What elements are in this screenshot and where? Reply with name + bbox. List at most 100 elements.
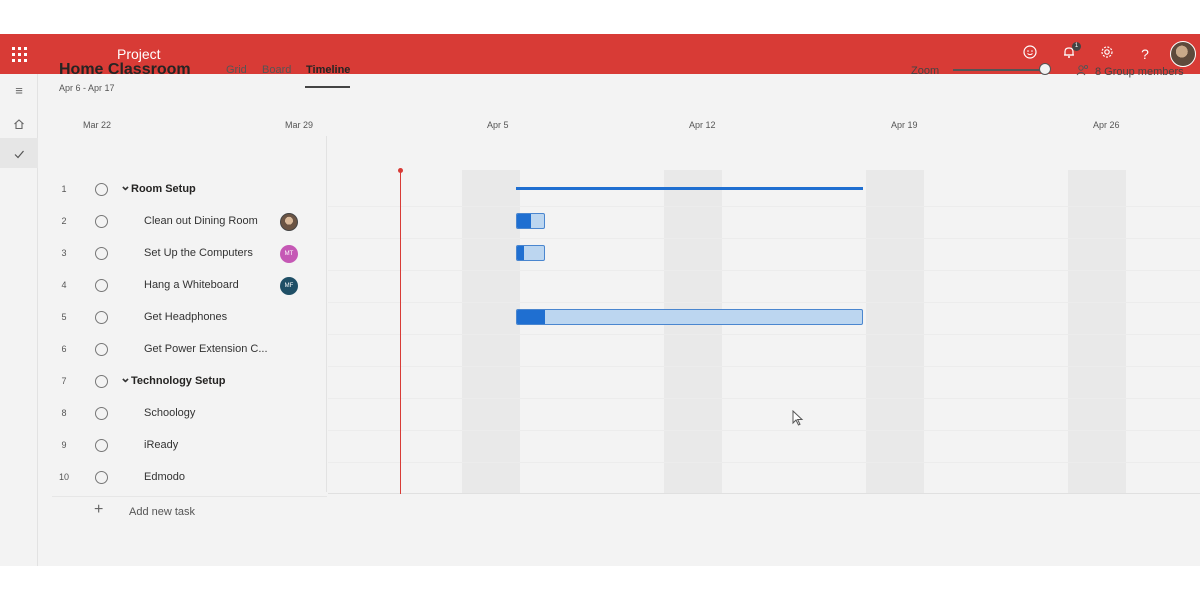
task-name[interactable]: iReady (144, 439, 178, 451)
complete-task-checkbox[interactable] (95, 247, 108, 260)
task-row[interactable]: 8 Schoology (52, 398, 327, 430)
task-name[interactable]: Get Headphones (144, 311, 227, 323)
zoom-slider-thumb[interactable] (1039, 63, 1051, 75)
grid-line (328, 398, 1200, 399)
row-number: 9 (61, 440, 67, 450)
task-row[interactable]: 2 Clean out Dining Room (52, 206, 327, 238)
row-number: 5 (61, 312, 67, 322)
complete-task-checkbox[interactable] (95, 439, 108, 452)
complete-task-checkbox[interactable] (95, 407, 108, 420)
user-avatar[interactable] (1170, 41, 1196, 67)
tab-grid[interactable]: Grid (226, 64, 247, 76)
task-row[interactable]: 5 Get Headphones (52, 302, 327, 334)
task-bar-get-headphones[interactable] (516, 309, 863, 325)
row-number: 8 (61, 408, 67, 418)
row-number: 6 (61, 344, 67, 354)
grid-line (328, 430, 1200, 431)
summary-bar-room-setup[interactable] (516, 187, 863, 190)
assignee-avatar[interactable]: MF (280, 277, 298, 295)
task-row[interactable]: 3 Set Up the Computers MT (52, 238, 327, 270)
hamburger-icon[interactable]: ≡ (0, 76, 38, 106)
tab-board[interactable]: Board (262, 64, 291, 76)
row-number: 3 (61, 248, 67, 258)
mouse-cursor-icon (792, 409, 804, 429)
today-marker-dot (398, 168, 403, 173)
task-name[interactable]: Clean out Dining Room (144, 215, 258, 227)
timeline-date: Apr 12 (689, 120, 716, 130)
plus-icon[interactable]: + (94, 501, 103, 519)
timeline-date: Apr 26 (1093, 120, 1120, 130)
weekend-shade (866, 170, 924, 494)
weekend-shade (462, 170, 520, 494)
grid-line (328, 206, 1200, 207)
task-bar-progress (517, 246, 524, 260)
task-bar-progress (517, 214, 531, 228)
task-group-row[interactable]: 7 ⌄ Technology Setup (52, 366, 327, 398)
help-icon[interactable]: ? (1135, 44, 1155, 64)
timeline-date: Mar 29 (285, 120, 314, 130)
group-name[interactable]: Room Setup (131, 183, 196, 195)
complete-task-checkbox[interactable] (95, 215, 108, 228)
zoom-label: Zoom (911, 65, 940, 77)
notification-badge: 1 (1072, 42, 1081, 51)
task-name[interactable]: Edmodo (144, 471, 185, 483)
task-row[interactable]: 10 Edmodo (52, 462, 327, 494)
timeline-date: Apr 19 (891, 120, 918, 130)
group-name[interactable]: Technology Setup (131, 375, 226, 387)
today-marker-line (400, 170, 401, 494)
task-name[interactable]: Set Up the Computers (144, 247, 253, 259)
complete-task-checkbox[interactable] (95, 375, 108, 388)
assignee-avatar[interactable]: MT (280, 245, 298, 263)
feedback-smiley-icon[interactable] (1020, 44, 1040, 64)
task-row[interactable]: 4 Hang a Whiteboard MF (52, 270, 327, 302)
task-row[interactable]: 9 iReady (52, 430, 327, 462)
task-bar-set-up-computers[interactable] (516, 245, 545, 261)
complete-task-checkbox[interactable] (95, 279, 108, 292)
task-row[interactable]: 6 Get Power Extension C... (52, 334, 327, 366)
add-new-task-label[interactable]: Add new task (129, 506, 195, 518)
active-tab-indicator (305, 86, 350, 88)
chevron-down-icon[interactable]: ⌄ (120, 370, 131, 386)
row-number: 1 (61, 184, 67, 194)
checkmark-icon[interactable] (0, 138, 38, 168)
task-name[interactable]: Get Power Extension C... (144, 343, 268, 355)
grid-line (328, 334, 1200, 335)
home-icon[interactable] (0, 108, 38, 138)
complete-task-checkbox[interactable] (95, 183, 108, 196)
settings-gear-icon[interactable] (1097, 44, 1117, 64)
left-rail: ≡ (0, 74, 38, 566)
zoom-slider-track[interactable] (953, 69, 1043, 71)
complete-task-checkbox[interactable] (95, 471, 108, 484)
group-members-icon[interactable] (1076, 64, 1090, 79)
assignee-avatar[interactable] (280, 213, 298, 231)
row-number: 2 (61, 216, 67, 226)
row-number: 7 (61, 376, 67, 386)
task-name[interactable]: Hang a Whiteboard (144, 279, 239, 291)
tab-timeline[interactable]: Timeline (306, 64, 350, 76)
timeline-grid[interactable] (328, 170, 1200, 494)
chevron-down-icon[interactable]: ⌄ (120, 178, 131, 194)
grid-line (328, 302, 1200, 303)
task-bar-clean-dining-room[interactable] (516, 213, 545, 229)
complete-task-checkbox[interactable] (95, 311, 108, 324)
row-number: 10 (58, 472, 69, 482)
task-name[interactable]: Schoology (144, 407, 195, 419)
weekend-shade (1068, 170, 1126, 494)
grid-line (328, 462, 1200, 463)
grid-line (328, 238, 1200, 239)
task-group-row[interactable]: 1 ⌄ Room Setup (52, 174, 327, 206)
task-bar-progress (517, 310, 545, 324)
group-members-button[interactable]: 8 Group members (1095, 66, 1184, 78)
add-new-task-row[interactable]: + Add new task (52, 496, 327, 528)
app-title[interactable]: Project (117, 46, 161, 62)
plan-dates: Apr 6 - Apr 17 (59, 83, 115, 93)
weekend-shade (664, 170, 722, 494)
grid-line (328, 270, 1200, 271)
waffle-icon[interactable] (0, 34, 38, 74)
row-number: 4 (61, 280, 67, 290)
grid-bottom-border (328, 493, 1200, 494)
timeline-date: Mar 22 (83, 120, 112, 130)
grid-line (328, 366, 1200, 367)
timeline-date: Apr 5 (487, 120, 509, 130)
complete-task-checkbox[interactable] (95, 343, 108, 356)
